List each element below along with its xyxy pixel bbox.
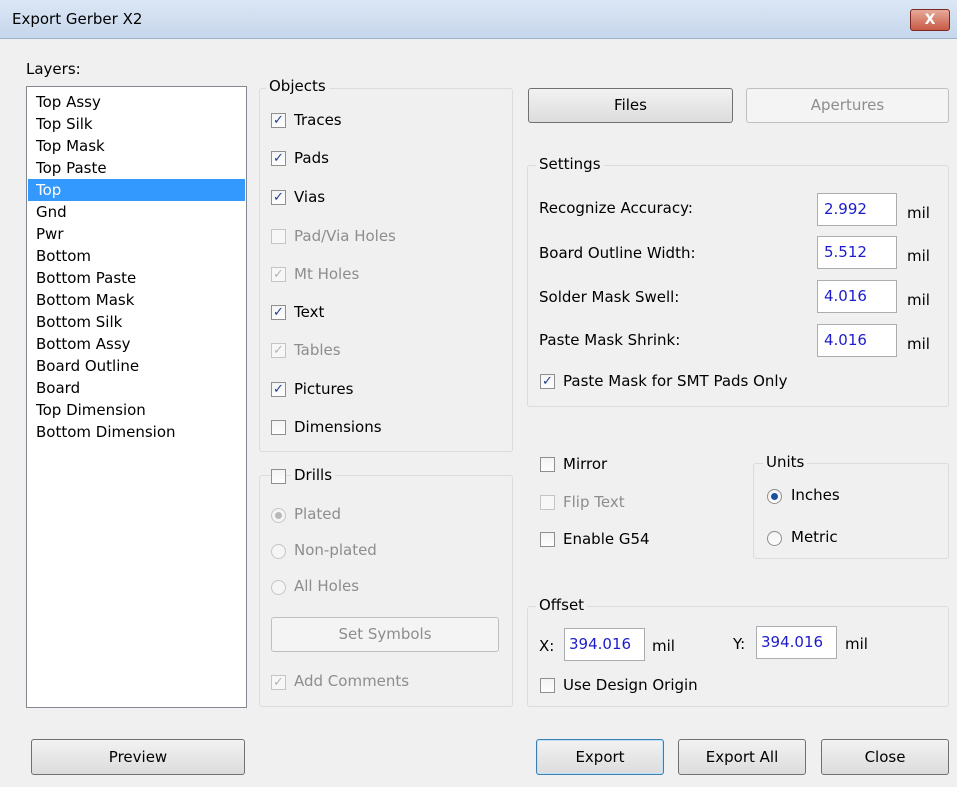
flip-text-checkbox[interactable]: [540, 495, 555, 510]
title-bar: Export Gerber X2 X: [0, 0, 957, 39]
layers-label: Layers:: [26, 60, 81, 78]
solder-mask-swell-input[interactable]: 4.016: [817, 280, 897, 313]
traces-label: Traces: [294, 111, 342, 129]
inches-label: Inches: [791, 486, 840, 504]
apertures-button[interactable]: Apertures: [746, 88, 949, 123]
text-label: Text: [294, 303, 325, 321]
files-button[interactable]: Files: [528, 88, 733, 123]
close-button[interactable]: Close: [821, 739, 949, 775]
traces-checkbox[interactable]: ✓: [271, 113, 286, 128]
offset-y-input[interactable]: 394.016: [756, 626, 837, 659]
paste-mask-shrink-label: Paste Mask Shrink:: [539, 331, 681, 349]
solder-mask-swell-unit: mil: [907, 291, 930, 309]
flip-text-label: Flip Text: [563, 493, 625, 511]
pads-label: Pads: [294, 149, 329, 167]
all-holes-label: All Holes: [294, 577, 360, 595]
board-outline-width-input[interactable]: 5.512: [817, 236, 897, 269]
mt-holes-label: Mt Holes: [294, 265, 360, 283]
pictures-checkbox[interactable]: ✓: [271, 382, 286, 397]
vias-checkbox[interactable]: ✓: [271, 190, 286, 205]
layer-item[interactable]: Top Assy: [34, 91, 244, 113]
mirror-checkbox[interactable]: [540, 457, 555, 472]
plated-radio[interactable]: [271, 508, 286, 523]
layer-item[interactable]: Bottom Assy: [34, 333, 244, 355]
recognize-accuracy-input[interactable]: 2.992: [817, 193, 897, 226]
drills-label: Drills: [291, 466, 336, 484]
add-comments-checkbox[interactable]: ✓: [271, 675, 286, 690]
layer-item[interactable]: Bottom Mask: [34, 289, 244, 311]
tables-label: Tables: [294, 341, 341, 359]
layer-item[interactable]: Bottom Paste: [34, 267, 244, 289]
metric-radio[interactable]: [767, 531, 782, 546]
board-outline-width-label: Board Outline Width:: [539, 244, 696, 262]
vias-label: Vias: [294, 188, 326, 206]
recognize-accuracy-label: Recognize Accuracy:: [539, 199, 693, 217]
all-holes-radio[interactable]: [271, 580, 286, 595]
pictures-label: Pictures: [294, 380, 354, 398]
offset-y-label: Y:: [733, 635, 746, 653]
recognize-accuracy-unit: mil: [907, 204, 930, 222]
layer-item[interactable]: Board Outline: [34, 355, 244, 377]
non-plated-label: Non-plated: [294, 541, 377, 559]
paste-mask-shrink-unit: mil: [907, 335, 930, 353]
layer-item[interactable]: Gnd: [34, 201, 244, 223]
window-title: Export Gerber X2: [12, 10, 143, 28]
paste-mask-smt-checkbox[interactable]: ✓: [540, 374, 555, 389]
close-window-button[interactable]: X: [910, 9, 950, 31]
layer-item[interactable]: Top Dimension: [34, 399, 244, 421]
tables-checkbox[interactable]: ✓: [271, 343, 286, 358]
metric-label: Metric: [791, 528, 838, 546]
paste-mask-smt-label: Paste Mask for SMT Pads Only: [563, 372, 788, 390]
non-plated-radio[interactable]: [271, 544, 286, 559]
pad-via-holes-checkbox[interactable]: [271, 229, 286, 244]
offset-y-unit: mil: [845, 635, 868, 653]
objects-group-title: Objects: [266, 77, 329, 95]
layers-listbox[interactable]: Top Assy Top Silk Top Mask Top Paste Top…: [26, 86, 247, 708]
settings-group-title: Settings: [536, 155, 604, 173]
offset-x-label: X:: [539, 637, 555, 655]
paste-mask-shrink-input[interactable]: 4.016: [817, 324, 897, 357]
export-button[interactable]: Export: [536, 739, 664, 775]
layer-item-selected[interactable]: Top: [28, 179, 245, 201]
enable-g54-label: Enable G54: [563, 530, 650, 548]
use-design-origin-label: Use Design Origin: [563, 676, 698, 694]
add-comments-label: Add Comments: [294, 672, 410, 690]
layer-item[interactable]: Top Mask: [34, 135, 244, 157]
layer-item[interactable]: Top Paste: [34, 157, 244, 179]
offset-x-unit: mil: [652, 637, 675, 655]
close-icon: X: [924, 12, 936, 28]
drills-checkbox[interactable]: [271, 469, 286, 484]
set-symbols-button[interactable]: Set Symbols: [271, 617, 499, 652]
units-group-title: Units: [763, 453, 808, 471]
dimensions-label: Dimensions: [294, 418, 382, 436]
board-outline-width-unit: mil: [907, 247, 930, 265]
text-checkbox[interactable]: ✓: [271, 305, 286, 320]
pads-checkbox[interactable]: ✓: [271, 151, 286, 166]
plated-label: Plated: [294, 505, 342, 523]
layer-item[interactable]: Bottom Silk: [34, 311, 244, 333]
preview-button[interactable]: Preview: [31, 739, 245, 775]
mirror-label: Mirror: [563, 455, 608, 473]
layer-item[interactable]: Bottom: [34, 245, 244, 267]
layer-item[interactable]: Top Silk: [34, 113, 244, 135]
offset-group-title: Offset: [536, 596, 588, 614]
dimensions-checkbox[interactable]: [271, 420, 286, 435]
mt-holes-checkbox[interactable]: ✓: [271, 267, 286, 282]
export-all-button[interactable]: Export All: [678, 739, 806, 775]
offset-x-input[interactable]: 394.016: [564, 628, 645, 661]
use-design-origin-checkbox[interactable]: [540, 678, 555, 693]
solder-mask-swell-label: Solder Mask Swell:: [539, 288, 680, 306]
layer-item[interactable]: Pwr: [34, 223, 244, 245]
inches-radio[interactable]: [767, 489, 782, 504]
layer-item[interactable]: Board: [34, 377, 244, 399]
enable-g54-checkbox[interactable]: [540, 532, 555, 547]
layer-item[interactable]: Bottom Dimension: [34, 421, 244, 443]
pad-via-holes-label: Pad/Via Holes: [294, 227, 396, 245]
units-group: [753, 463, 949, 559]
